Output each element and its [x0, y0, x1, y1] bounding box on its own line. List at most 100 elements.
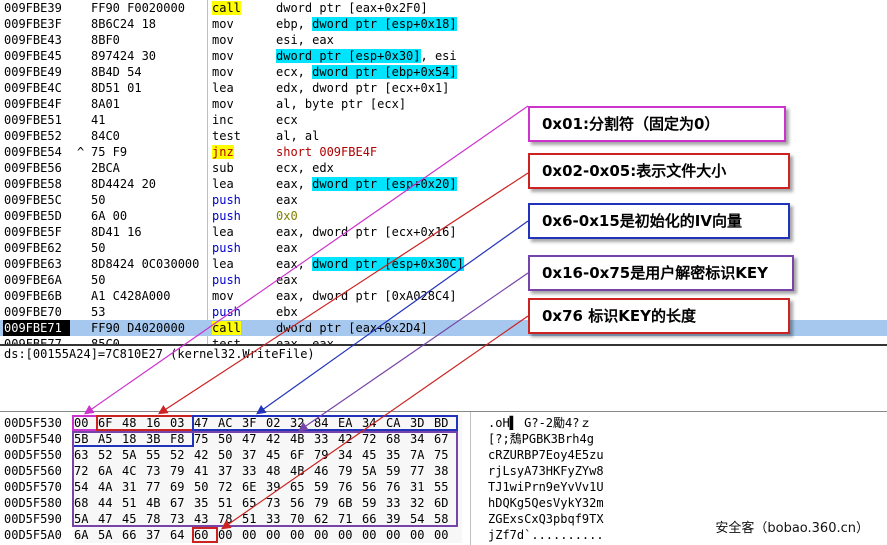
disasm-address: 009FBE4C: [4, 81, 62, 95]
disasm-address: 009FBE52: [4, 129, 62, 143]
dump-byte: 59: [362, 496, 377, 510]
dump-address: 00D5F5A0: [4, 528, 62, 542]
dump-byte: 45: [362, 448, 377, 462]
disasm-row[interactable]: 009FBE77 85C0 test eax, eax: [0, 336, 887, 344]
dump-byte: 6B: [338, 496, 353, 510]
disasm-mnemonic: push: [212, 305, 241, 319]
dump-row[interactable]: 00D5F570 54 4A 31 77 69 50 72 6E 39 65 59 76 56 76 31 55…: [0, 479, 887, 495]
disasm-operands: eax, dword ptr [esp+0x30C]: [276, 256, 464, 272]
dump-byte: 60: [194, 528, 209, 542]
disasm-hex-bytes: 8B4D 54: [91, 65, 142, 79]
dump-byte: 33: [266, 512, 281, 526]
operand-part: ebp,: [276, 17, 313, 31]
dump-byte: 7A: [410, 448, 425, 462]
dump-byte: 00: [266, 528, 281, 542]
disasm-operands: short 009FBE4F: [276, 144, 377, 160]
disasm-hex-bytes: 8D4424 20: [91, 177, 157, 191]
dump-byte: A5: [98, 432, 113, 446]
disasm-mnemonic: mov: [212, 65, 234, 79]
disasm-operands: 0x0: [276, 208, 298, 224]
dump-byte: 63: [74, 448, 89, 462]
disasm-operands: dword ptr [eax+0x2D4]: [276, 320, 428, 336]
dump-byte: 3F: [242, 416, 257, 430]
dump-byte: 33: [242, 464, 257, 478]
disasm-hex-bytes: 897424 30: [91, 49, 157, 63]
dump-byte: 32: [290, 416, 305, 430]
disasm-mnemonic: test: [212, 129, 241, 143]
dump-row[interactable]: 00D5F580 68 44 51 4B 67 35 51 65 73 56 79 6B 59 33 32 6D…: [0, 495, 887, 511]
operand-part: dword ptr [esp+0x20]: [312, 177, 457, 191]
dump-byte: 5A: [122, 448, 137, 462]
disasm-row[interactable]: 009FBE49 8B4D 54 mov ecx, dword ptr [ebp+0x…: [0, 64, 887, 80]
dump-byte: 46: [314, 464, 329, 478]
dump-byte: 66: [362, 512, 377, 526]
dump-byte: 66: [122, 528, 137, 542]
disasm-row[interactable]: 009FBE43 8BF0 mov esi, eax: [0, 32, 887, 48]
dump-byte: 69: [170, 480, 185, 494]
dump-byte: 00: [218, 528, 233, 542]
operand-part: eax, eax: [276, 337, 334, 344]
dump-byte: 34: [410, 432, 425, 446]
disasm-hex-bytes: 8D8424 0C030000: [91, 257, 200, 271]
disasm-row[interactable]: 009FBE3F 8B6C24 18 mov ebp, dword ptr [esp+…: [0, 16, 887, 32]
operand-part: eax,: [276, 257, 313, 271]
dump-byte: 00: [386, 528, 401, 542]
disasm-address: 009FBE51: [4, 113, 62, 127]
dump-address: 00D5F550: [4, 448, 62, 462]
dump-ascii: [?;鵚PGBK3Brh4g: [488, 432, 594, 446]
dump-byte: 37: [218, 464, 233, 478]
dump-byte: 5B: [74, 432, 89, 446]
dump-ascii: TJ1wiPrn9eYvVv1U: [488, 480, 604, 494]
operand-part: ecx, edx: [276, 161, 334, 175]
disasm-mnemonic: mov: [212, 97, 234, 111]
dump-byte: 59: [314, 480, 329, 494]
dump-byte: 79: [314, 448, 329, 462]
dump-byte: 43: [194, 512, 209, 526]
disasm-operands: al, byte ptr [ecx]: [276, 96, 406, 112]
dump-byte: 65: [242, 496, 257, 510]
disasm-hex-bytes: 84C0: [91, 129, 120, 143]
disasm-row[interactable]: 009FBE62 50 push eax: [0, 240, 887, 256]
dump-byte: 67: [434, 432, 449, 446]
disasm-operands: al, al: [276, 128, 319, 144]
disasm-operands: eax: [276, 272, 298, 288]
dump-byte: 79: [338, 464, 353, 478]
disasm-address: 009FBE49: [4, 65, 62, 79]
disasm-address: 009FBE71: [3, 320, 70, 336]
disasm-address: 009FBE5C: [4, 193, 62, 207]
dump-byte: 50: [194, 480, 209, 494]
dump-row[interactable]: 00D5F540 5B A5 18 3B F8 75 50 47 42 4B 33 42 72 68 34 67…: [0, 431, 887, 447]
dump-byte: AC: [218, 416, 233, 430]
disasm-row[interactable]: 009FBE39 FF90 F0020000 call dword ptr [eax+…: [0, 0, 887, 16]
dump-byte: 73: [146, 464, 161, 478]
dump-byte: 50: [218, 432, 233, 446]
dump-row[interactable]: 00D5F550 63 52 5A 55 52 42 50 37 45 6F 79 34 45 35 7A 75…: [0, 447, 887, 463]
dump-byte: 3D: [410, 416, 425, 430]
disasm-address: 009FBE3F: [4, 17, 62, 31]
disasm-mnemonic: sub: [212, 161, 234, 175]
disasm-operands: edx, dword ptr [ecx+0x1]: [276, 80, 449, 96]
disasm-mnemonic: lea: [212, 81, 234, 95]
disasm-hex-bytes: 8D51 01: [91, 81, 142, 95]
disasm-address: 009FBE63: [4, 257, 62, 271]
disasm-hex-bytes: 2BCA: [91, 161, 120, 175]
dump-byte: 38: [434, 464, 449, 478]
dump-byte: 33: [314, 432, 329, 446]
disasm-mnemonic: lea: [212, 177, 234, 191]
dump-ascii: .oH▌ G?-2勵4?ｚ: [488, 416, 592, 430]
disasm-operands: eax, dword ptr [esp+0x20]: [276, 176, 457, 192]
dump-row[interactable]: 00D5F530 00 6F 48 16 03 47 AC 3F 02 32 84 EA 34 CA 3D BD…: [0, 415, 887, 431]
disasm-mnemonic: lea: [212, 257, 234, 271]
dump-byte: 33: [386, 496, 401, 510]
operand-part: ecx: [276, 113, 298, 127]
dump-byte: 41: [194, 464, 209, 478]
dump-row[interactable]: 00D5F560 72 6A 4C 73 79 41 37 33 48 4B 46 79 5A 59 77 38…: [0, 463, 887, 479]
operand-part: dword ptr [eax+0x2D4]: [276, 321, 428, 335]
operand-part: , esi: [420, 49, 457, 63]
disasm-hex-bytes: 50: [91, 241, 106, 255]
dump-byte: 54: [410, 512, 425, 526]
disasm-row[interactable]: 009FBE4C 8D51 01 lea edx, dword ptr [ecx+0x…: [0, 80, 887, 96]
disasm-row[interactable]: 009FBE45 897424 30 mov dword ptr [esp+0x30]…: [0, 48, 887, 64]
disasm-hex-bytes: 50: [91, 193, 106, 207]
dump-byte: 6F: [290, 448, 305, 462]
